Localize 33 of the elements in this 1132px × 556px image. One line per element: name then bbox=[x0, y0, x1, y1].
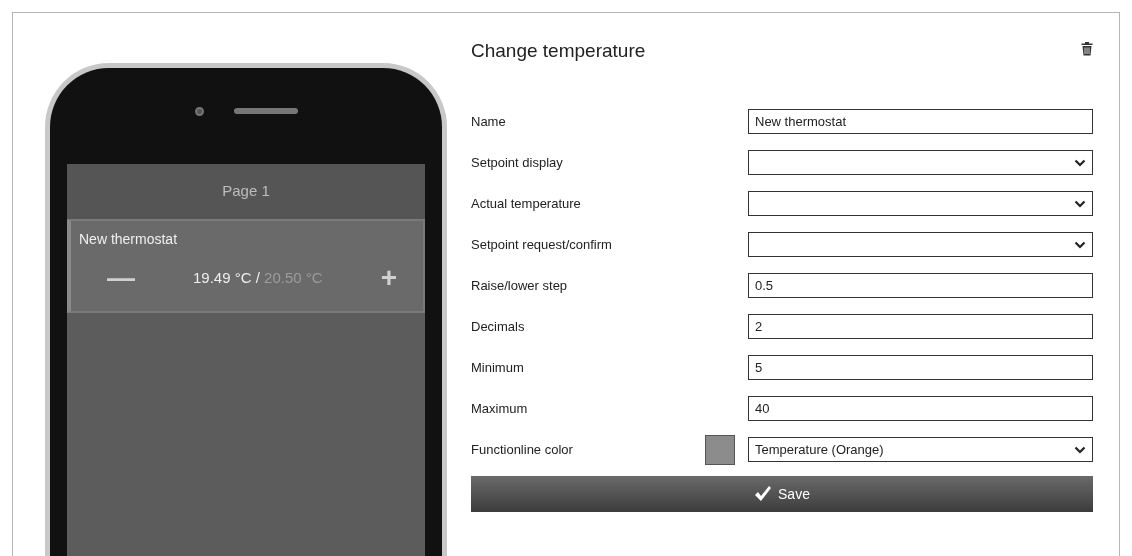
dropdown-field[interactable] bbox=[748, 191, 1093, 216]
text-field[interactable]: 2 bbox=[748, 314, 1093, 339]
field-label: Decimals bbox=[471, 317, 526, 336]
field-label: Raise/lower step bbox=[471, 276, 569, 295]
page-title: Page 1 bbox=[222, 181, 270, 202]
checkmark-icon bbox=[754, 486, 773, 502]
dropdown-field[interactable]: Temperature (Orange) bbox=[748, 437, 1093, 462]
field-label: Actual temperature bbox=[471, 194, 582, 213]
field-label: Maximum bbox=[471, 399, 529, 418]
plus-button[interactable]: + bbox=[380, 264, 397, 292]
trash-icon[interactable] bbox=[1081, 41, 1093, 56]
camera-icon bbox=[194, 106, 204, 116]
text-field[interactable]: 40 bbox=[748, 396, 1093, 421]
chevron-down-icon bbox=[1074, 158, 1086, 167]
form-title: Change temperature bbox=[471, 39, 646, 63]
color-swatch[interactable] bbox=[705, 434, 735, 465]
thermostat-name: New thermostat bbox=[79, 230, 179, 249]
text-field[interactable]: 5 bbox=[748, 355, 1093, 380]
field-label: Setpoint request/confirm bbox=[471, 235, 613, 254]
text-field[interactable]: 0.5 bbox=[748, 273, 1093, 298]
chevron-down-icon bbox=[1074, 445, 1086, 454]
field-label: Functionline color bbox=[471, 440, 574, 459]
text-field[interactable]: New thermostat bbox=[748, 109, 1093, 134]
chevron-down-icon bbox=[1074, 199, 1086, 208]
dropdown-field[interactable] bbox=[748, 150, 1093, 175]
minus-button[interactable]: — bbox=[107, 264, 135, 292]
field-label: Minimum bbox=[471, 358, 525, 377]
chevron-down-icon bbox=[1074, 240, 1086, 249]
dropdown-field[interactable] bbox=[748, 232, 1093, 257]
save-button[interactable]: Save bbox=[471, 476, 1093, 512]
field-label: Name bbox=[471, 112, 507, 131]
speaker-icon bbox=[233, 108, 298, 114]
field-label: Setpoint display bbox=[471, 153, 564, 172]
